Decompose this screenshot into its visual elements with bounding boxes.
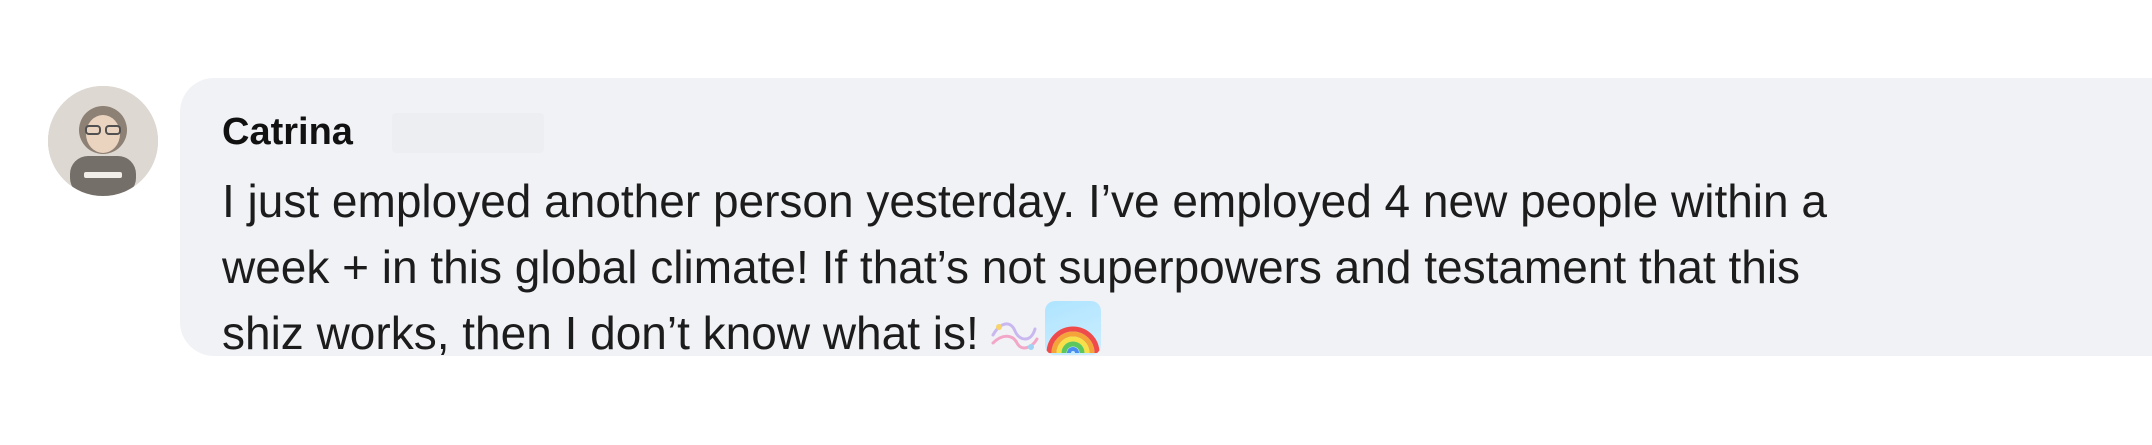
comment-line-3: shiz works, then I don’t know what is! bbox=[222, 307, 979, 359]
crop-edge bbox=[0, 356, 2152, 445]
author-name-redaction bbox=[392, 113, 544, 153]
comment-line-1: I just employed another person yesterday… bbox=[222, 175, 1827, 227]
comment-body: I just employed another person yesterday… bbox=[222, 168, 2102, 372]
comment-author[interactable]: Catrina bbox=[222, 108, 353, 156]
avatar-photo bbox=[48, 86, 158, 196]
comment-line-2: week + in this global climate! If that’s… bbox=[222, 241, 1801, 293]
rainbow-icon bbox=[1044, 301, 1101, 355]
avatar[interactable] bbox=[48, 86, 158, 196]
